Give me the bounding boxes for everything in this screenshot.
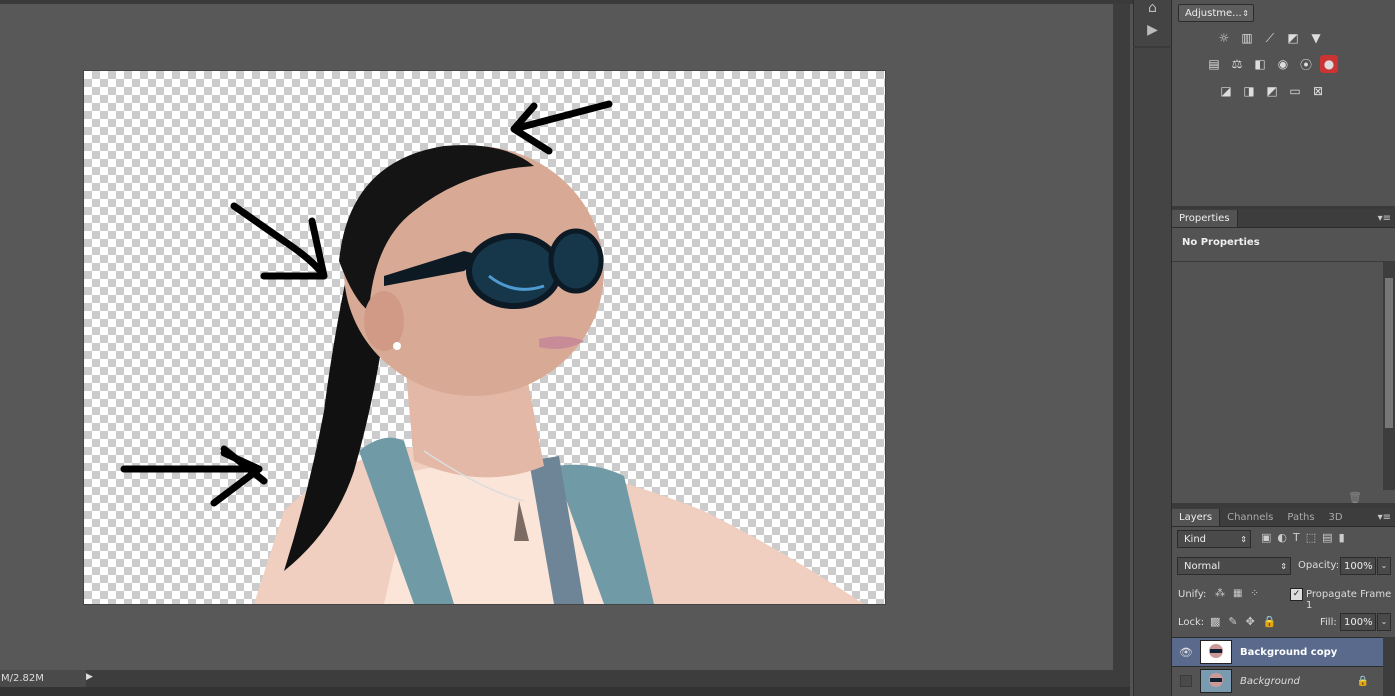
invert-icon[interactable]: ◪ (1217, 82, 1235, 100)
layers-tabbar: Layers Channels Paths 3D ▾≡ (1172, 508, 1395, 527)
channel-mixer-icon[interactable]: ⦿ (1297, 55, 1315, 73)
pixel-filter-icon[interactable]: ▣ (1261, 531, 1271, 544)
unify-position-icon[interactable]: ⁂ (1215, 588, 1225, 599)
lock-all-icon[interactable]: 🔒 (1263, 615, 1277, 628)
properties-scroll-thumb[interactable] (1385, 278, 1393, 428)
adjustments-dropdown[interactable]: Adjustme... ⇕ (1178, 4, 1254, 22)
properties-separator (1172, 261, 1395, 262)
fill-label: Fill: (1320, 617, 1337, 628)
filter-kind-dropdown[interactable]: Kind ⇕ (1177, 530, 1251, 548)
tab-layers[interactable]: Layers (1172, 509, 1221, 526)
history-icon[interactable]: ⌂ (1134, 0, 1171, 16)
tab-channels[interactable]: Channels (1220, 509, 1280, 526)
photo-cutout (120, 100, 864, 604)
unify-label: Unify: (1178, 589, 1207, 600)
propagate-label: Propagate Frame 1 (1306, 589, 1392, 611)
adjustments-label: Adjustme... (1185, 8, 1242, 19)
filter-toggle-icon[interactable]: ▮ (1339, 531, 1345, 544)
properties-tabbar: Properties ▾≡ (1172, 209, 1395, 228)
adjustments-row-1: ☼ ▥ ⟋ ◩ ▼ (1215, 29, 1325, 47)
adjustments-row-2: ▤ ⚖ ◧ ◉ ⦿ ● (1205, 55, 1338, 73)
lock-image-icon[interactable]: ✎ (1228, 615, 1237, 628)
curves-icon[interactable]: ⟋ (1261, 29, 1279, 47)
selective-color-icon[interactable]: ⊠ (1309, 82, 1327, 100)
document-canvas[interactable] (84, 71, 885, 604)
layer-thumbnail (1200, 669, 1232, 693)
filter-kind-label: Kind (1184, 534, 1207, 545)
black-white-icon[interactable]: ◧ (1251, 55, 1269, 73)
workspace-top-border (0, 0, 1133, 4)
adjustments-row-3: ◪ ◨ ◩ ▭ ⊠ (1217, 82, 1327, 100)
propagate-checkbox[interactable]: ✓ (1290, 588, 1303, 601)
bottom-strip (0, 687, 1130, 696)
fill-arrow-icon[interactable]: ⌄ (1377, 613, 1391, 631)
exposure-icon[interactable]: ◩ (1284, 29, 1302, 47)
layer-row-background[interactable]: Background 🔒 (1172, 666, 1383, 695)
smart-object-filter-icon[interactable]: ▤ (1322, 531, 1332, 544)
dock-separator (1133, 46, 1170, 48)
blend-mode-dropdown[interactable]: Normal ⇕ (1177, 557, 1291, 575)
color-lookup-icon[interactable]: ● (1320, 55, 1338, 73)
shape-filter-icon[interactable]: ⬚ (1306, 531, 1316, 544)
color-balance-icon[interactable]: ⚖ (1228, 55, 1246, 73)
fill-input[interactable]: 100% (1340, 613, 1376, 631)
gradient-map-icon[interactable]: ▭ (1286, 82, 1304, 100)
layer-name: Background (1240, 675, 1300, 687)
vibrance-icon[interactable]: ▼ (1307, 29, 1325, 47)
horizontal-scrollbar[interactable] (0, 670, 1130, 687)
layers-scrollbar[interactable] (1383, 637, 1395, 696)
lock-icons: ▩ ✎ ✥ 🔒 (1210, 615, 1277, 628)
updown-arrow-icon: ⇕ (1280, 562, 1287, 571)
tab-paths[interactable]: Paths (1280, 509, 1321, 526)
doc-size-status: M/2.82M (0, 670, 86, 687)
lock-transparency-icon[interactable]: ▩ (1210, 615, 1220, 628)
actions-play-icon[interactable]: ▶ (1134, 22, 1171, 38)
layers-menu-icon[interactable]: ▾≡ (1378, 509, 1395, 526)
opacity-arrow-icon[interactable]: ⌄ (1377, 557, 1391, 575)
unify-icons: ⁂ ▦ ⁘ (1215, 588, 1259, 599)
photo-filter-icon[interactable]: ◉ (1274, 55, 1292, 73)
tab-properties[interactable]: Properties (1172, 210, 1238, 227)
lock-label: Lock: (1178, 617, 1205, 628)
vertical-scrollbar[interactable] (1113, 4, 1130, 670)
updown-arrow-icon: ⇕ (1242, 9, 1249, 18)
lock-icon: 🔒 (1356, 675, 1369, 687)
hue-saturation-icon[interactable]: ▤ (1205, 55, 1223, 73)
posterize-icon[interactable]: ◨ (1240, 82, 1258, 100)
eye-icon[interactable]: 👁 (1172, 646, 1200, 659)
type-filter-icon[interactable]: T (1293, 531, 1300, 544)
opacity-label: Opacity: (1298, 560, 1340, 571)
layer-thumbnail (1200, 640, 1232, 664)
no-properties-text: No Properties (1182, 237, 1260, 248)
collapsed-panel-dock: ⌂ ▶ (1133, 0, 1171, 696)
adjustment-filter-icon[interactable]: ◐ (1277, 531, 1287, 544)
visibility-toggle-empty[interactable] (1172, 675, 1200, 687)
lock-position-icon[interactable]: ✥ (1246, 615, 1255, 628)
status-menu-arrow-icon[interactable]: ▶ (86, 672, 96, 685)
unify-visibility-icon[interactable]: ▦ (1233, 588, 1242, 599)
blend-mode-label: Normal (1184, 561, 1221, 572)
layer-row-background-copy[interactable]: 👁 Background copy (1172, 637, 1383, 666)
threshold-icon[interactable]: ◩ (1263, 82, 1281, 100)
panel-menu-icon[interactable]: ▾≡ (1378, 210, 1395, 227)
levels-icon[interactable]: ▥ (1238, 29, 1256, 47)
layer-name: Background copy (1240, 646, 1338, 658)
brightness-icon[interactable]: ☼ (1215, 29, 1233, 47)
layer-filter-icons: ▣ ◐ T ⬚ ▤ ▮ (1261, 531, 1345, 544)
updown-arrow-icon: ⇕ (1240, 535, 1247, 544)
tab-3d[interactable]: 3D (1322, 509, 1350, 526)
unify-style-icon[interactable]: ⁘ (1250, 588, 1258, 599)
opacity-input[interactable]: 100% (1340, 557, 1376, 575)
